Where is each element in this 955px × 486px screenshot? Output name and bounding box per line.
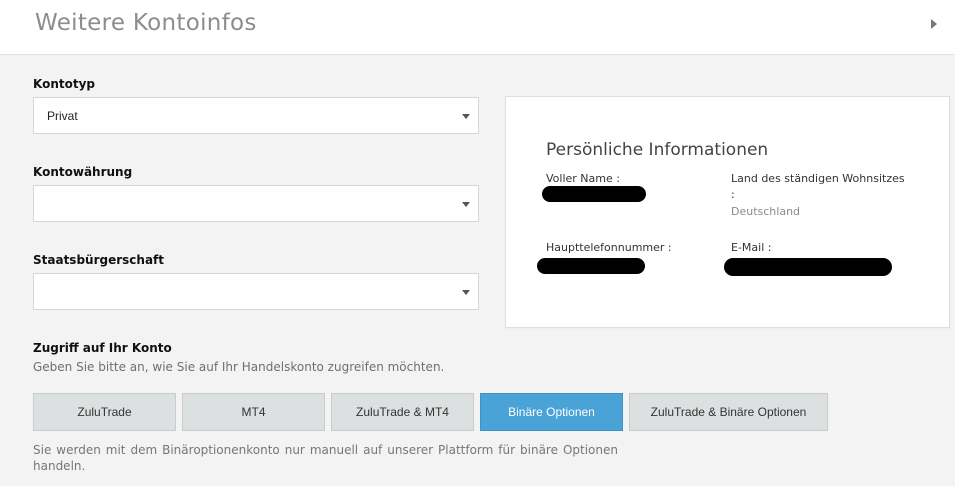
triangle-right-icon[interactable] <box>931 19 937 29</box>
section-header[interactable]: Weitere Kontoinfos <box>0 0 955 55</box>
email-label: E-Mail : <box>731 241 772 254</box>
redacted-phone <box>537 258 645 274</box>
currency-label: Kontowährung <box>33 165 133 179</box>
option-zulutrade-binary-button[interactable]: ZuluTrade & Binäre Optionen <box>629 393 828 431</box>
option-zulutrade-button[interactable]: ZuluTrade <box>33 393 176 431</box>
citizenship-select[interactable] <box>33 273 479 310</box>
option-mt4-button[interactable]: MT4 <box>182 393 325 431</box>
personal-info-title: Persönliche Informationen <box>546 140 769 160</box>
account-type-label: Kontotyp <box>33 77 96 91</box>
personal-info-card: Persönliche Informationen Voller Name : … <box>505 96 950 328</box>
redacted-email <box>724 258 892 276</box>
chevron-down-icon <box>462 290 470 295</box>
country-label: Land des ständigen Wohnsitzes <box>731 172 905 185</box>
country-label-colon: : <box>731 188 735 201</box>
country-value: Deutschland <box>731 205 801 218</box>
option-binary-options-button[interactable]: Binäre Optionen <box>480 393 623 431</box>
chevron-down-icon <box>462 114 470 119</box>
account-type-value: Privat <box>47 109 78 123</box>
access-subtitle: Geben Sie bitte an, wie Sie auf Ihr Hand… <box>33 360 445 374</box>
currency-select[interactable] <box>33 185 479 222</box>
full-name-label: Voller Name : <box>546 172 620 185</box>
chevron-down-icon <box>462 202 470 207</box>
option-zulutrade-mt4-button[interactable]: ZuluTrade & MT4 <box>331 393 474 431</box>
account-type-select[interactable]: Privat <box>33 97 479 134</box>
access-title: Zugriff auf Ihr Konto <box>33 341 172 355</box>
phone-label: Haupttelefonnummer : <box>546 241 672 254</box>
citizenship-label: Staatsbürgerschaft <box>33 253 165 267</box>
page-title: Weitere Kontoinfos <box>35 10 257 36</box>
access-note: Sie werden mit dem Binäroptionenkonto nu… <box>33 443 618 473</box>
redacted-full-name <box>542 186 646 202</box>
